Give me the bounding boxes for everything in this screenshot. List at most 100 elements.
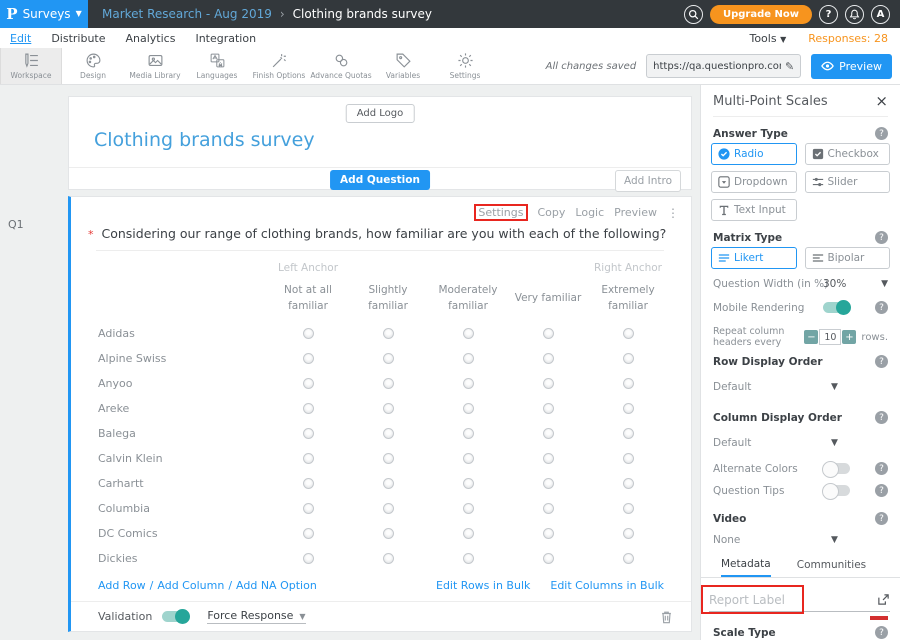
radio-option[interactable] bbox=[383, 453, 394, 464]
column-header[interactable]: Slightly familiar bbox=[348, 283, 428, 315]
add-row-link[interactable]: Add Row bbox=[98, 579, 146, 592]
radio-option[interactable] bbox=[623, 403, 634, 414]
help-icon[interactable]: ? bbox=[875, 462, 888, 475]
help-icon[interactable]: ? bbox=[819, 5, 838, 24]
notifications-bell-icon[interactable] bbox=[845, 5, 864, 24]
tab-analytics[interactable]: Analytics bbox=[126, 32, 176, 45]
help-icon[interactable]: ? bbox=[875, 512, 888, 525]
radio-option[interactable] bbox=[623, 428, 634, 439]
question-width-value[interactable]: 30% bbox=[823, 278, 846, 290]
row-label[interactable]: DC Comics bbox=[98, 527, 268, 540]
question-settings-action[interactable]: Settings bbox=[474, 204, 527, 221]
row-label[interactable]: Balega bbox=[98, 427, 268, 440]
radio-option[interactable] bbox=[303, 403, 314, 414]
chevron-down-icon[interactable]: ▼ bbox=[881, 279, 888, 289]
radio-option[interactable] bbox=[543, 328, 554, 339]
column-display-dropdown[interactable]: Default ▼ bbox=[713, 437, 888, 449]
radio-option[interactable] bbox=[463, 403, 474, 414]
tab-integration[interactable]: Integration bbox=[195, 32, 256, 45]
row-label[interactable]: Areke bbox=[98, 402, 268, 415]
radio-option[interactable] bbox=[303, 553, 314, 564]
column-header[interactable]: Not at all familiar bbox=[268, 283, 348, 315]
expand-icon[interactable] bbox=[877, 593, 890, 606]
answer-type-radio[interactable]: Radio bbox=[711, 143, 797, 165]
row-label[interactable]: Alpine Swiss bbox=[98, 352, 268, 365]
radio-option[interactable] bbox=[463, 378, 474, 389]
question-logic-action[interactable]: Logic bbox=[575, 206, 604, 219]
radio-option[interactable] bbox=[543, 403, 554, 414]
radio-option[interactable] bbox=[383, 503, 394, 514]
answer-type-dropdown[interactable]: Dropdown bbox=[711, 171, 797, 193]
radio-option[interactable] bbox=[543, 453, 554, 464]
alternate-colors-toggle[interactable] bbox=[823, 463, 850, 474]
matrix-type-likert[interactable]: Likert bbox=[711, 247, 797, 269]
radio-option[interactable] bbox=[623, 503, 634, 514]
radio-option[interactable] bbox=[463, 528, 474, 539]
row-label[interactable]: Anyoo bbox=[98, 377, 268, 390]
radio-option[interactable] bbox=[383, 403, 394, 414]
preview-button[interactable]: Preview bbox=[811, 54, 892, 79]
toolbar-item-design[interactable]: Design bbox=[62, 48, 124, 84]
help-icon[interactable]: ? bbox=[875, 231, 888, 244]
help-icon[interactable]: ? bbox=[875, 127, 888, 140]
tools-menu[interactable]: Tools ▼ bbox=[749, 32, 786, 45]
radio-option[interactable] bbox=[463, 328, 474, 339]
radio-option[interactable] bbox=[543, 478, 554, 489]
radio-option[interactable] bbox=[383, 378, 394, 389]
breadcrumb-folder[interactable]: Market Research - Aug 2019 bbox=[102, 7, 272, 21]
help-icon[interactable]: ? bbox=[875, 355, 888, 368]
video-dropdown[interactable]: None ▼ bbox=[713, 534, 888, 546]
radio-option[interactable] bbox=[383, 328, 394, 339]
toolbar-item-media-library[interactable]: Media Library bbox=[124, 48, 186, 84]
survey-url-input[interactable] bbox=[653, 61, 781, 72]
toolbar-item-advance-quotas[interactable]: Advance Quotas bbox=[310, 48, 372, 84]
radio-option[interactable] bbox=[623, 453, 634, 464]
add-logo-button[interactable]: Add Logo bbox=[346, 104, 415, 123]
radio-option[interactable] bbox=[303, 453, 314, 464]
radio-option[interactable] bbox=[543, 503, 554, 514]
answer-type-text-input[interactable]: Text Input bbox=[711, 199, 797, 221]
left-anchor-placeholder[interactable]: Left Anchor bbox=[268, 262, 348, 274]
answer-type-checkbox[interactable]: Checkbox bbox=[805, 143, 891, 165]
toolbar-item-languages[interactable]: Languages bbox=[186, 48, 248, 84]
add-na-option-link[interactable]: Add NA Option bbox=[236, 579, 317, 592]
right-anchor-placeholder[interactable]: Right Anchor bbox=[588, 262, 668, 274]
column-header[interactable]: Moderately familiar bbox=[428, 283, 508, 315]
toolbar-item-variables[interactable]: Variables bbox=[372, 48, 434, 84]
radio-option[interactable] bbox=[303, 353, 314, 364]
radio-option[interactable] bbox=[303, 378, 314, 389]
radio-option[interactable] bbox=[543, 378, 554, 389]
radio-option[interactable] bbox=[383, 528, 394, 539]
radio-option[interactable] bbox=[463, 553, 474, 564]
report-label-input[interactable] bbox=[709, 593, 849, 607]
tab-metadata[interactable]: Metadata bbox=[721, 553, 771, 577]
radio-option[interactable] bbox=[543, 353, 554, 364]
radio-option[interactable] bbox=[383, 553, 394, 564]
minus-icon[interactable]: − bbox=[804, 330, 818, 344]
toolbar-item-settings[interactable]: Settings bbox=[434, 48, 496, 84]
radio-option[interactable] bbox=[383, 478, 394, 489]
avatar[interactable]: A bbox=[871, 5, 890, 24]
radio-option[interactable] bbox=[383, 428, 394, 439]
help-icon[interactable]: ? bbox=[875, 301, 888, 314]
edit-pencil-icon[interactable]: ✎ bbox=[785, 60, 794, 73]
radio-option[interactable] bbox=[303, 478, 314, 489]
answer-type-slider[interactable]: Slider bbox=[805, 171, 891, 193]
column-header[interactable]: Very familiar bbox=[508, 291, 588, 307]
radio-option[interactable] bbox=[303, 528, 314, 539]
radio-option[interactable] bbox=[623, 528, 634, 539]
close-icon[interactable]: × bbox=[875, 94, 888, 109]
upgrade-now-button[interactable]: Upgrade Now bbox=[710, 5, 812, 24]
toolbar-item-finish-options[interactable]: Finish Options bbox=[248, 48, 310, 84]
survey-title[interactable]: Clothing brands survey bbox=[94, 129, 315, 151]
mobile-rendering-toggle[interactable] bbox=[823, 302, 850, 313]
radio-option[interactable] bbox=[463, 453, 474, 464]
question-preview-action[interactable]: Preview bbox=[614, 206, 657, 219]
trash-icon[interactable] bbox=[660, 610, 673, 624]
more-options-icon[interactable]: ⋮ bbox=[667, 206, 679, 220]
radio-option[interactable] bbox=[303, 428, 314, 439]
add-question-button[interactable]: Add Question bbox=[330, 170, 430, 190]
radio-option[interactable] bbox=[463, 503, 474, 514]
product-switcher[interactable]: P Surveys ▼ bbox=[0, 0, 88, 28]
radio-option[interactable] bbox=[543, 528, 554, 539]
